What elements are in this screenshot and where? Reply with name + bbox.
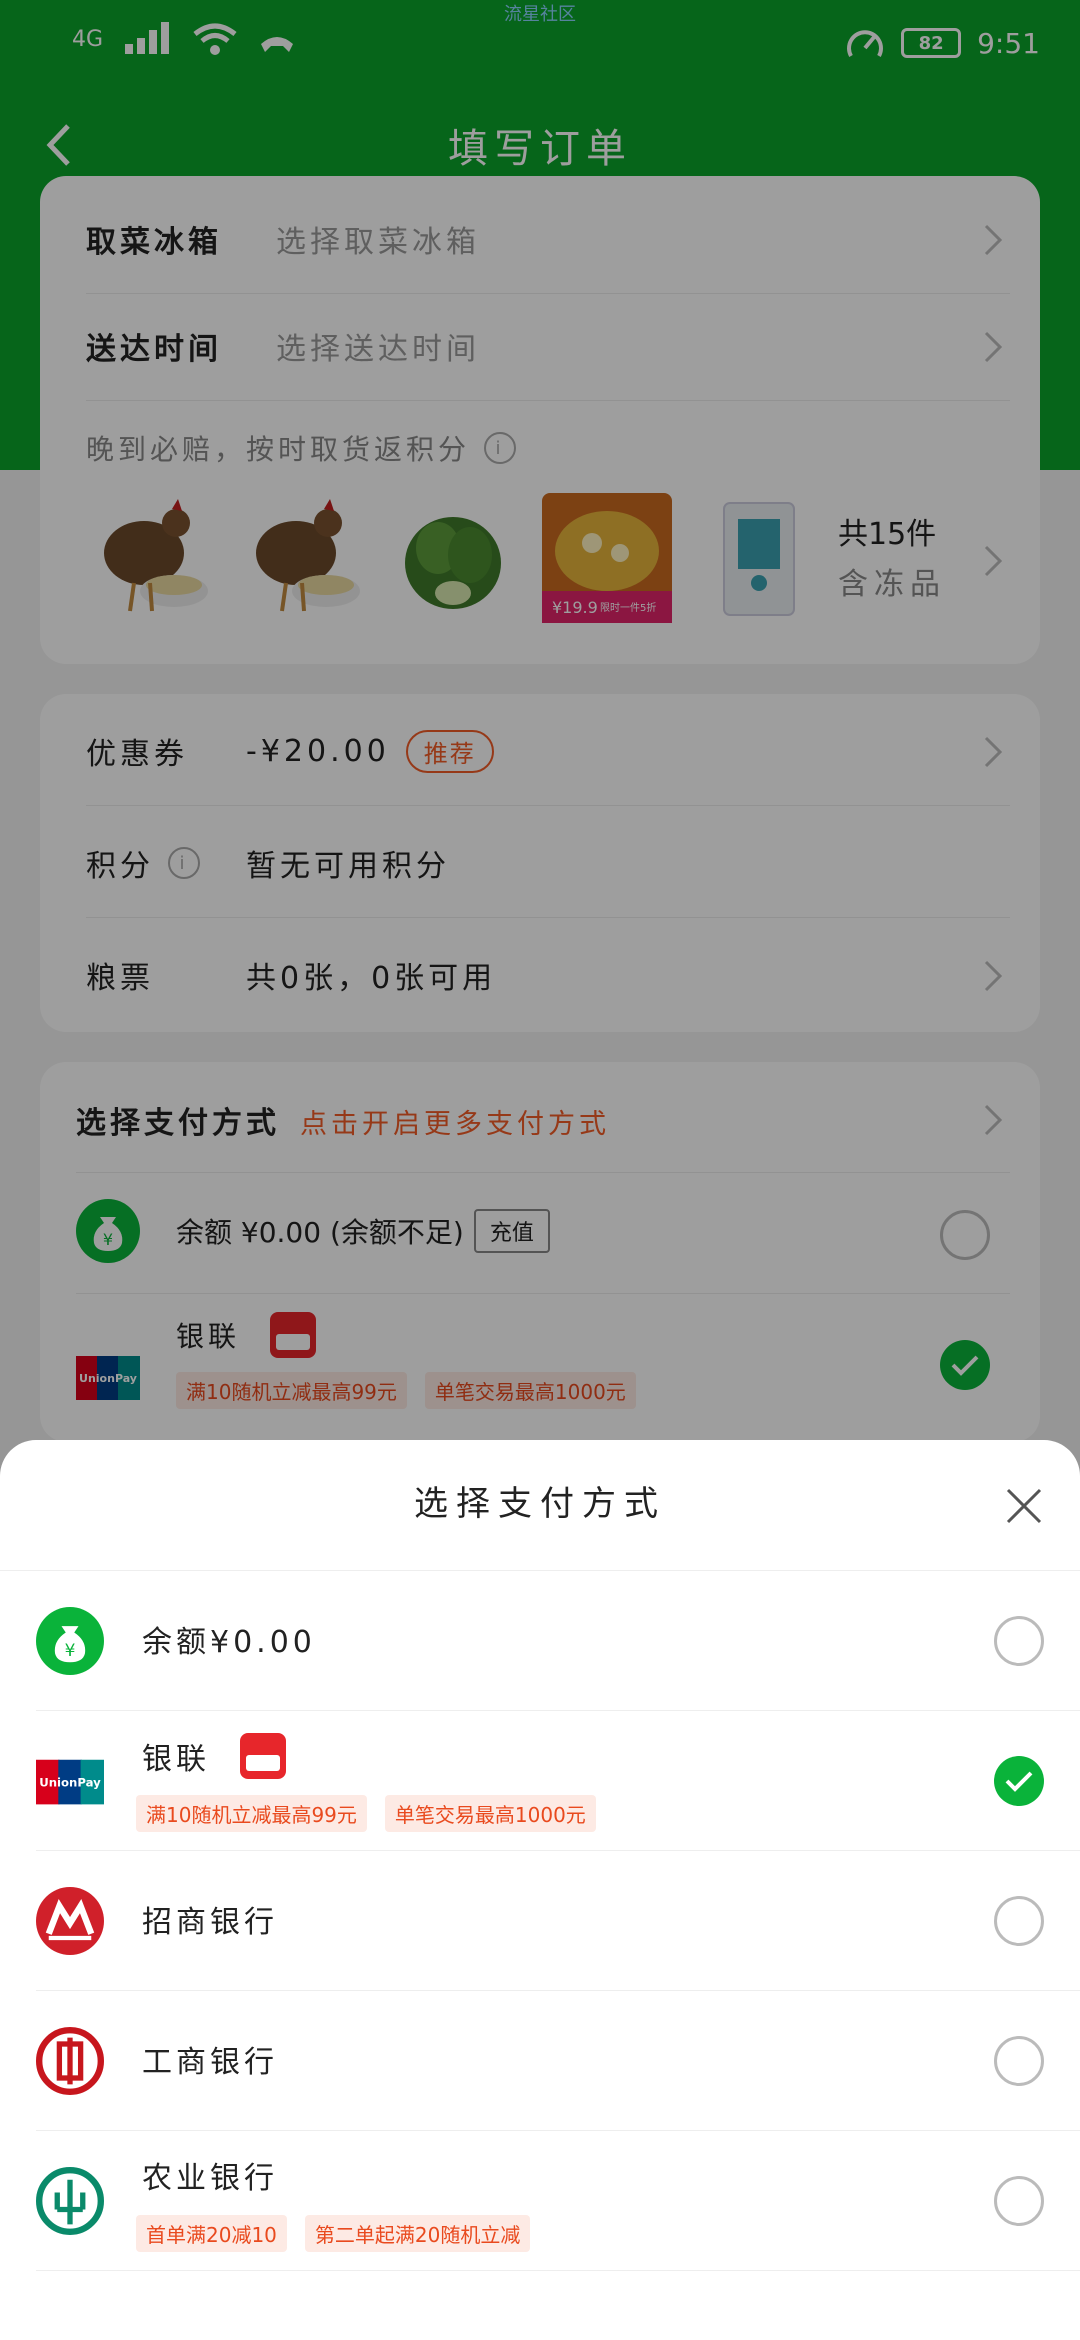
icbc-bank-logo-icon	[36, 2027, 104, 2095]
unionpay-logo-icon: UnionPay	[36, 1759, 104, 1805]
balance-radio[interactable]	[994, 1616, 1044, 1666]
option-label: 银联	[142, 1742, 210, 1777]
option-label-line: 银联	[142, 1733, 286, 1779]
payment-method-sheet: 选择支付方式 ¥ 余额¥0.00 UnionPay 银联 满10随机立减最高99…	[0, 1440, 1080, 2340]
abc-bank-logo-icon	[36, 2167, 104, 2235]
sheet-option-cmb[interactable]: 招商银行	[0, 1851, 1080, 1991]
cloud-pay-icon	[240, 1733, 286, 1779]
sheet-option-icbc[interactable]: 工商银行	[0, 1991, 1080, 2131]
option-promos: 满10随机立减最高99元 单笔交易最高1000元	[136, 1795, 614, 1832]
option-label: 招商银行	[142, 1905, 278, 1940]
promo-tag: 首单满20减10	[136, 2215, 287, 2252]
check-icon	[1005, 1771, 1033, 1792]
option-promos: 首单满20减10 第二单起满20随机立减	[136, 2215, 548, 2252]
svg-text:UnionPay: UnionPay	[39, 1775, 101, 1789]
promo-tag: 第二单起满20随机立减	[304, 2215, 531, 2252]
sheet-option-abc[interactable]: 农业银行 首单满20减10 第二单起满20随机立减	[0, 2131, 1080, 2271]
sheet-option-unionpay[interactable]: UnionPay 银联 满10随机立减最高99元 单笔交易最高1000元	[0, 1711, 1080, 1851]
cmb-radio[interactable]	[994, 1896, 1044, 1946]
unionpay-radio[interactable]	[994, 1756, 1044, 1806]
abc-radio[interactable]	[994, 2176, 1044, 2226]
close-icon[interactable]	[1004, 1486, 1044, 1526]
sheet-option-balance[interactable]: ¥ 余额¥0.00	[0, 1571, 1080, 1711]
option-label: 农业银行	[142, 2161, 278, 2196]
svg-text:¥: ¥	[65, 1641, 76, 1661]
sheet-title: 选择支付方式	[414, 1484, 666, 1524]
icbc-radio[interactable]	[994, 2036, 1044, 2086]
money-bag-icon: ¥	[36, 1607, 104, 1675]
promo-tag: 单笔交易最高1000元	[384, 1795, 596, 1832]
divider	[36, 2270, 1080, 2271]
option-label: 余额¥0.00	[142, 1625, 316, 1660]
option-label: 工商银行	[142, 2045, 278, 2080]
cmb-bank-logo-icon	[36, 1887, 104, 1955]
promo-tag: 满10随机立减最高99元	[136, 1795, 367, 1832]
